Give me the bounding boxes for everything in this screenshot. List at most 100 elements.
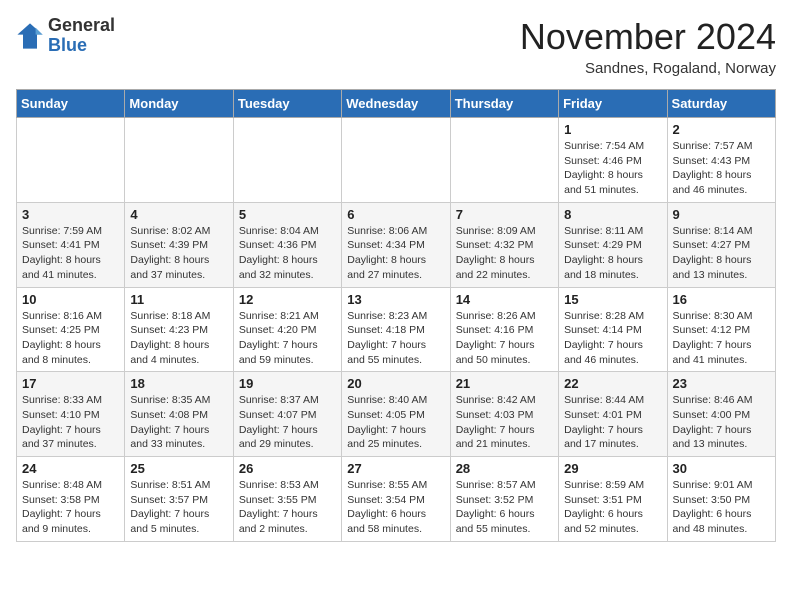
day-number: 13 bbox=[347, 292, 444, 307]
day-number: 15 bbox=[564, 292, 661, 307]
day-info: Sunrise: 8:30 AMSunset: 4:12 PMDaylight:… bbox=[673, 309, 770, 368]
day-number: 6 bbox=[347, 207, 444, 222]
calendar-cell: 12Sunrise: 8:21 AMSunset: 4:20 PMDayligh… bbox=[233, 287, 341, 372]
day-info: Sunrise: 8:09 AMSunset: 4:32 PMDaylight:… bbox=[456, 224, 553, 283]
calendar-cell: 25 Sunrise: 8:51 AMSunset: 3:57 PMDayligh… bbox=[125, 457, 233, 542]
calendar-cell: 14 Sunrise: 8:26 AMSunset: 4:16 PMDayligh… bbox=[450, 287, 558, 372]
day-number: 2 bbox=[673, 122, 770, 137]
logo-icon bbox=[16, 22, 44, 50]
day-info: Sunrise: 8:04 AMSunset: 4:36 PMDaylight:… bbox=[239, 224, 336, 283]
logo: General Blue bbox=[16, 16, 115, 56]
calendar-cell: 27 Sunrise: 8:55 AMSunset: 3:54 PMDayligh… bbox=[342, 457, 450, 542]
calendar-header-row: SundayMondayTuesdayWednesdayThursdayFrid… bbox=[17, 90, 776, 118]
calendar-cell: 9 Sunrise: 8:14 AMSunset: 4:27 PMDaylight… bbox=[667, 202, 775, 287]
day-info: Sunrise: 8:44 AMSunset: 4:01 PMDaylight:… bbox=[564, 393, 661, 452]
day-info: Sunrise: 8:26 AMSunset: 4:16 PMDaylight:… bbox=[456, 309, 553, 368]
calendar-cell: 6 Sunrise: 8:06 AMSunset: 4:34 PMDaylight… bbox=[342, 202, 450, 287]
calendar-cell: 28 Sunrise: 8:57 AMSunset: 3:52 PMDayligh… bbox=[450, 457, 558, 542]
calendar-cell: 26Sunrise: 8:53 AMSunset: 3:55 PMDayligh… bbox=[233, 457, 341, 542]
calendar-cell: 30 Sunrise: 9:01 AMSunset: 3:50 PMDayligh… bbox=[667, 457, 775, 542]
day-number: 9 bbox=[673, 207, 770, 222]
calendar-cell: 7 Sunrise: 8:09 AMSunset: 4:32 PMDaylight… bbox=[450, 202, 558, 287]
calendar-week-row: 17Sunrise: 8:33 AMSunset: 4:10 PMDayligh… bbox=[17, 372, 776, 457]
day-number: 1 bbox=[564, 122, 661, 137]
calendar-cell: 15 Sunrise: 8:28 AMSunset: 4:14 PMDayligh… bbox=[559, 287, 667, 372]
day-of-week-header: Tuesday bbox=[233, 90, 341, 118]
calendar-week-row: 24 Sunrise: 8:48 AMSunset: 3:58 PMDayligh… bbox=[17, 457, 776, 542]
day-info: Sunrise: 8:42 AMSunset: 4:03 PMDaylight:… bbox=[456, 393, 553, 452]
day-number: 22 bbox=[564, 376, 661, 391]
calendar-week-row: 3 Sunrise: 7:59 AMSunset: 4:41 PMDaylight… bbox=[17, 202, 776, 287]
calendar-cell bbox=[17, 118, 125, 203]
day-info: Sunrise: 8:23 AMSunset: 4:18 PMDaylight:… bbox=[347, 309, 444, 368]
day-info: Sunrise: 8:35 AMSunset: 4:08 PMDaylight:… bbox=[130, 393, 227, 452]
day-number: 10 bbox=[22, 292, 119, 307]
day-number: 23 bbox=[673, 376, 770, 391]
day-of-week-header: Monday bbox=[125, 90, 233, 118]
day-number: 8 bbox=[564, 207, 661, 222]
calendar-cell: 24 Sunrise: 8:48 AMSunset: 3:58 PMDayligh… bbox=[17, 457, 125, 542]
calendar-cell: 19 Sunrise: 8:37 AMSunset: 4:07 PMDayligh… bbox=[233, 372, 341, 457]
calendar-cell bbox=[125, 118, 233, 203]
day-number: 28 bbox=[456, 461, 553, 476]
day-info: Sunrise: 8:16 AMSunset: 4:25 PMDaylight:… bbox=[22, 309, 119, 368]
day-number: 19 bbox=[239, 376, 336, 391]
day-number: 3 bbox=[22, 207, 119, 222]
calendar-cell: 1Sunrise: 7:54 AMSunset: 4:46 PMDaylight… bbox=[559, 118, 667, 203]
day-number: 21 bbox=[456, 376, 553, 391]
day-info: Sunrise: 7:59 AMSunset: 4:41 PMDaylight:… bbox=[22, 224, 119, 283]
day-number: 7 bbox=[456, 207, 553, 222]
day-info: Sunrise: 8:57 AMSunset: 3:52 PMDaylight:… bbox=[456, 478, 553, 537]
page-header: General Blue November 2024 Sandnes, Roga… bbox=[16, 16, 776, 77]
day-info: Sunrise: 8:06 AMSunset: 4:34 PMDaylight:… bbox=[347, 224, 444, 283]
day-info: Sunrise: 8:55 AMSunset: 3:54 PMDaylight:… bbox=[347, 478, 444, 537]
calendar-cell: 3 Sunrise: 7:59 AMSunset: 4:41 PMDaylight… bbox=[17, 202, 125, 287]
day-number: 30 bbox=[673, 461, 770, 476]
calendar-cell: 4Sunrise: 8:02 AMSunset: 4:39 PMDaylight… bbox=[125, 202, 233, 287]
day-of-week-header: Thursday bbox=[450, 90, 558, 118]
calendar-cell bbox=[233, 118, 341, 203]
calendar-cell: 8 Sunrise: 8:11 AMSunset: 4:29 PMDaylight… bbox=[559, 202, 667, 287]
calendar-cell: 16 Sunrise: 8:30 AMSunset: 4:12 PMDayligh… bbox=[667, 287, 775, 372]
day-info: Sunrise: 9:01 AMSunset: 3:50 PMDaylight:… bbox=[673, 478, 770, 537]
day-of-week-header: Friday bbox=[559, 90, 667, 118]
day-number: 14 bbox=[456, 292, 553, 307]
day-number: 17 bbox=[22, 376, 119, 391]
calendar-cell: 21 Sunrise: 8:42 AMSunset: 4:03 PMDayligh… bbox=[450, 372, 558, 457]
day-of-week-header: Sunday bbox=[17, 90, 125, 118]
location-subtitle: Sandnes, Rogaland, Norway bbox=[520, 60, 776, 77]
logo-general-text: General bbox=[48, 15, 115, 35]
calendar-cell: 11Sunrise: 8:18 AMSunset: 4:23 PMDayligh… bbox=[125, 287, 233, 372]
day-number: 25 bbox=[130, 461, 227, 476]
calendar-table: SundayMondayTuesdayWednesdayThursdayFrid… bbox=[16, 89, 776, 542]
day-info: Sunrise: 8:46 AMSunset: 4:00 PMDaylight:… bbox=[673, 393, 770, 452]
day-number: 16 bbox=[673, 292, 770, 307]
day-info: Sunrise: 8:51 AMSunset: 3:57 PMDaylight:… bbox=[130, 478, 227, 537]
day-number: 29 bbox=[564, 461, 661, 476]
calendar-cell: 5Sunrise: 8:04 AMSunset: 4:36 PMDaylight… bbox=[233, 202, 341, 287]
day-number: 11 bbox=[130, 292, 227, 307]
day-info: Sunrise: 8:14 AMSunset: 4:27 PMDaylight:… bbox=[673, 224, 770, 283]
day-number: 24 bbox=[22, 461, 119, 476]
month-title: November 2024 bbox=[520, 16, 776, 58]
calendar-cell: 2 Sunrise: 7:57 AMSunset: 4:43 PMDaylight… bbox=[667, 118, 775, 203]
day-info: Sunrise: 8:48 AMSunset: 3:58 PMDaylight:… bbox=[22, 478, 119, 537]
day-number: 26 bbox=[239, 461, 336, 476]
calendar-week-row: 10 Sunrise: 8:16 AMSunset: 4:25 PMDayligh… bbox=[17, 287, 776, 372]
day-info: Sunrise: 7:57 AMSunset: 4:43 PMDaylight:… bbox=[673, 139, 770, 198]
day-number: 18 bbox=[130, 376, 227, 391]
calendar-cell: 29 Sunrise: 8:59 AMSunset: 3:51 PMDayligh… bbox=[559, 457, 667, 542]
day-number: 12 bbox=[239, 292, 336, 307]
day-info: Sunrise: 8:11 AMSunset: 4:29 PMDaylight:… bbox=[564, 224, 661, 283]
day-info: Sunrise: 8:28 AMSunset: 4:14 PMDaylight:… bbox=[564, 309, 661, 368]
calendar-cell bbox=[450, 118, 558, 203]
day-number: 20 bbox=[347, 376, 444, 391]
day-of-week-header: Saturday bbox=[667, 90, 775, 118]
day-info: Sunrise: 8:37 AMSunset: 4:07 PMDaylight:… bbox=[239, 393, 336, 452]
day-info: Sunrise: 8:59 AMSunset: 3:51 PMDaylight:… bbox=[564, 478, 661, 537]
day-number: 27 bbox=[347, 461, 444, 476]
day-of-week-header: Wednesday bbox=[342, 90, 450, 118]
calendar-week-row: 1Sunrise: 7:54 AMSunset: 4:46 PMDaylight… bbox=[17, 118, 776, 203]
logo-blue-text: Blue bbox=[48, 35, 87, 55]
day-info: Sunrise: 8:40 AMSunset: 4:05 PMDaylight:… bbox=[347, 393, 444, 452]
